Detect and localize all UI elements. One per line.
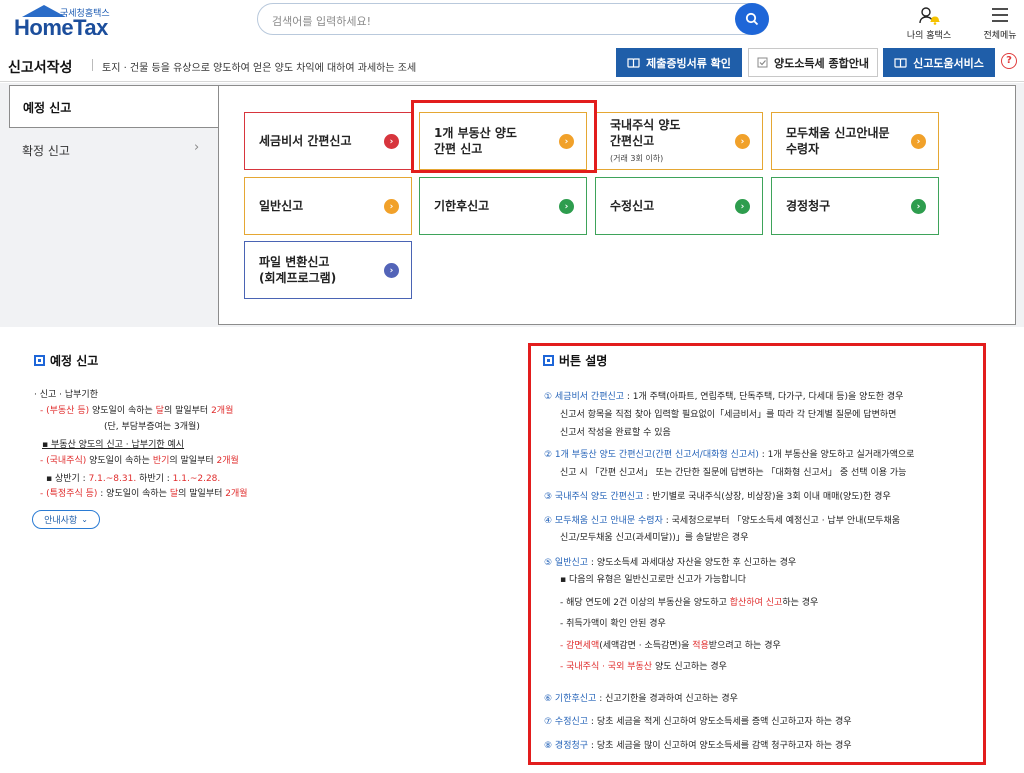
- title-divider: [92, 59, 93, 71]
- card-title: 모두채움 신고안내문 수령자: [786, 126, 890, 156]
- arrow-right-icon: ›: [384, 134, 399, 149]
- desc-1: ① 세금비서 간편신고 : 1개 주택(아파트, 연립주택, 단독주택, 다가구…: [544, 392, 904, 402]
- search-button[interactable]: [735, 3, 769, 35]
- desc-4: ④ 모두채움 신고 안내문 수령자 : 국세청으로부터 「양도소득세 예정신고 …: [544, 516, 901, 526]
- arrow-right-icon: ›: [911, 199, 926, 214]
- nav-item-preliminary[interactable]: 예정 신고: [9, 85, 219, 128]
- desc-3: ③ 국내주식 양도 간편신고 : 반기별로 국내주식(상장, 비상장)을 3회 …: [544, 492, 891, 502]
- filing-options-panel: 세금비서 간편신고 › 1개 부동산 양도 간편 신고 › 국내주식 양도 간편신고…: [218, 85, 1016, 325]
- desc-1-line2: 신고서 항목을 직접 찾아 입력할 필요없이「세금비서」를 따라 각 단계별 질…: [560, 410, 897, 420]
- card-title: 세금비서 간편신고: [259, 134, 352, 148]
- arrow-right-icon: ›: [384, 199, 399, 214]
- book-icon: [627, 57, 640, 68]
- checkbox-icon: [757, 57, 768, 68]
- desc-8: ⑧ 경정청구 : 당초 세금을 많이 신고하여 양도소득세를 감액 청구하고자 …: [544, 741, 852, 751]
- all-menu-label: 전체메뉴: [983, 31, 1017, 41]
- arrow-right-icon: ›: [559, 199, 574, 214]
- deadline-heading: · 신고 · 납부기한: [34, 390, 98, 400]
- arrow-right-icon: ›: [384, 263, 399, 278]
- my-hometax-button[interactable]: 나의 홈택스: [901, 4, 957, 44]
- help-icon[interactable]: ?: [1001, 53, 1017, 69]
- header: 국세청홈택스 HomeTax 검색어를 입력하세요! 나의 홈택스 전체메뉴: [0, 0, 1024, 46]
- card-refund-claim[interactable]: 경정청구 ›: [771, 177, 939, 235]
- card-title: 일반신고: [259, 199, 304, 213]
- deadline-specific-stock: - (특정주식 등) : 양도일이 속하는 달의 말일부터 2개월: [40, 489, 248, 499]
- guide-toggle-button[interactable]: 안내사항 ⌄: [32, 510, 100, 529]
- all-menu-button[interactable]: 전체메뉴: [978, 4, 1022, 44]
- filing-help-label: 신고도움서비스: [913, 56, 984, 70]
- desc-5-note: ▪ 다음의 유형은 일반신고로만 신고가 가능합니다: [560, 575, 747, 585]
- info-section: 예정 신고 · 신고 · 납부기한 - (부동산 등) 양도일이 속하는 달의 …: [0, 327, 1024, 773]
- search-input[interactable]: 검색어를 입력하세요!: [272, 13, 371, 29]
- desc-5-case1: - 해당 연도에 2건 이상의 부동산을 양도하고 합산하여 신고하는 경우: [560, 598, 819, 608]
- card-all-filled[interactable]: 모두채움 신고안내문 수령자 ›: [771, 112, 939, 170]
- desc-1-line3: 신고서 작성을 완료할 수 있음: [560, 428, 671, 438]
- button-desc-title: 버튼 설명: [543, 352, 607, 369]
- proof-docs-label: 제출증빙서류 확인: [646, 56, 731, 70]
- search-box[interactable]: 검색어를 입력하세요!: [257, 3, 769, 35]
- desc-2: ② 1개 부동산 양도 간편신고(간편 신고서/대화형 신고서) : 1개 부동…: [544, 450, 915, 460]
- deadline-half-year: ▪ 상반기 : 7.1.~8.31. 하반기 : 1.1.~2.28.: [46, 474, 221, 484]
- preliminary-info-title: 예정 신고: [34, 352, 98, 369]
- card-title: 파일 변환신고 (회계프로그램): [259, 255, 337, 285]
- book-icon: [894, 57, 907, 68]
- cgt-guide-label: 양도소득세 종합안내: [774, 56, 869, 70]
- left-nav: 예정 신고 확정 신고 ›: [0, 83, 219, 327]
- desc-5-case2: - 취득가액이 확인 안된 경우: [560, 619, 666, 629]
- user-bell-icon: [919, 7, 940, 25]
- desc-6: ⑥ 기한후신고 : 신고기한을 경과하여 신고하는 경우: [544, 694, 738, 704]
- chevron-right-icon: ›: [194, 140, 200, 155]
- my-hometax-label: 나의 홈택스: [906, 31, 952, 41]
- guide-toggle-label: 안내사항: [44, 516, 78, 526]
- desc-5-case4: - 국내주식 · 국외 부동산 양도 신고하는 경우: [560, 662, 727, 672]
- nav-item-final[interactable]: 확정 신고 ›: [9, 129, 219, 169]
- card-title: 수정신고: [610, 199, 655, 213]
- logo-title: HomeTax: [14, 15, 108, 40]
- arrow-right-icon: ›: [735, 134, 750, 149]
- card-domestic-stock[interactable]: 국내주식 양도 간편신고 (거래 3회 이하) ›: [595, 112, 763, 170]
- hometax-logo[interactable]: 국세청홈택스 HomeTax: [12, 3, 122, 43]
- proof-docs-button[interactable]: 제출증빙서류 확인: [616, 48, 742, 77]
- deadline-example-link[interactable]: ▪ 부동산 양도의 신고 · 납부기한 예시: [42, 439, 184, 452]
- deadline-domestic-stock: - (국내주식) 양도일이 속하는 반기의 말일부터 2개월: [40, 456, 239, 466]
- card-tax-secretary[interactable]: 세금비서 간편신고 ›: [244, 112, 412, 170]
- card-title: 기한후신고: [434, 199, 490, 213]
- hamburger-icon: [992, 8, 1008, 22]
- desc-2-line2: 신고 시 「간편 신고서」 또는 간단한 질문에 답변하는 「대화형 신고서」 …: [560, 468, 907, 478]
- card-file-conversion[interactable]: 파일 변환신고 (회계프로그램) ›: [244, 241, 412, 299]
- card-title: 국내주식 양도 간편신고 (거래 3회 이하): [610, 118, 681, 163]
- page-title: 신고서작성: [8, 60, 73, 76]
- chevron-down-icon: ⌄: [81, 515, 88, 524]
- nav-item-label: 확정 신고: [22, 144, 70, 158]
- highlight-box: [411, 100, 597, 173]
- card-title: 경정청구: [786, 199, 831, 213]
- deadline-gift-note: (단, 부담부증여는 3개월): [104, 422, 200, 432]
- desc-5-case3: - 감면세액(세액감면 · 소득감면)을 적용받으려고 하는 경우: [560, 641, 781, 651]
- cgt-guide-button[interactable]: 양도소득세 종합안내: [748, 48, 878, 77]
- search-icon: [745, 12, 759, 26]
- card-amended[interactable]: 수정신고 ›: [595, 177, 763, 235]
- square-bullet-icon: [34, 355, 45, 366]
- card-general[interactable]: 일반신고 ›: [244, 177, 412, 235]
- desc-5: ⑤ 일반신고 : 양도소득세 과세대상 자산을 양도한 후 신고하는 경우: [544, 558, 797, 568]
- desc-4-line2: 신고/모두채움 신고(과세미달))」를 송달받은 경우: [560, 533, 749, 543]
- arrow-right-icon: ›: [911, 134, 926, 149]
- arrow-right-icon: ›: [735, 199, 750, 214]
- desc-7: ⑦ 수정신고 : 당초 세금을 적게 신고하여 양도소득세를 증액 신고하고자 …: [544, 717, 852, 727]
- filing-help-button[interactable]: 신고도움서비스: [883, 48, 995, 77]
- card-late-filing[interactable]: 기한후신고 ›: [419, 177, 587, 235]
- page-description: 토지 · 건물 등을 유상으로 양도하여 얻은 양도 차익에 대하여 과세하는 …: [102, 63, 417, 74]
- deadline-real-estate: - (부동산 등) 양도일이 속하는 달의 말일부터 2개월: [40, 406, 234, 416]
- square-bullet-icon: [543, 355, 554, 366]
- nav-item-label: 예정 신고: [23, 101, 72, 115]
- page-header-bar: 신고서작성 토지 · 건물 등을 유상으로 양도하여 얻은 양도 차익에 대하여…: [0, 46, 1024, 82]
